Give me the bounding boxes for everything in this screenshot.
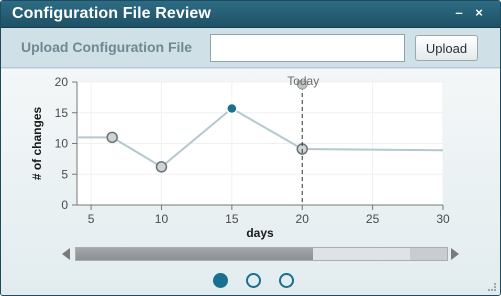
chart-scrollbar[interactable] <box>75 247 448 261</box>
x-tick-label: 10 <box>155 212 169 226</box>
title-bar[interactable]: Configuration File Review – × <box>1 1 500 28</box>
upload-bar: Upload Configuration File Upload <box>1 28 500 68</box>
y-tick-label: 10 <box>55 137 69 151</box>
resize-grip-icon[interactable] <box>488 283 496 291</box>
scroll-left-arrow-icon[interactable] <box>62 248 70 260</box>
x-tick-label: 5 <box>88 212 95 226</box>
y-tick-label: 15 <box>55 106 69 120</box>
scrollbar-visible-window[interactable] <box>313 248 410 260</box>
y-tick-label: 5 <box>61 167 68 181</box>
close-icon[interactable]: × <box>472 5 486 20</box>
upload-label: Upload Configuration File <box>21 39 193 55</box>
data-point <box>155 161 168 173</box>
scrollbar-thumb[interactable] <box>76 248 313 260</box>
chart-area: 0 5 10 15 20 5 10 15 20 25 30 Today days # of chan… <box>1 69 500 295</box>
y-tick-label: 20 <box>55 75 69 89</box>
y-tick-label: 0 <box>61 198 68 212</box>
x-tick-label: 25 <box>366 212 380 226</box>
data-point <box>106 131 118 144</box>
scroll-right-arrow-icon[interactable] <box>451 248 459 260</box>
today-label: Today <box>287 74 319 88</box>
page-dot[interactable] <box>279 273 294 288</box>
changes-chart: 0 5 10 15 20 5 10 15 20 25 30 Today days # of chan… <box>30 74 450 240</box>
minimize-icon[interactable]: – <box>452 5 466 20</box>
y-axis-title: # of changes <box>30 107 44 181</box>
x-tick-label: 15 <box>225 212 239 226</box>
x-tick-label: 20 <box>296 212 310 226</box>
upload-button[interactable]: Upload <box>415 35 478 61</box>
page-dot[interactable] <box>213 273 228 288</box>
window-title: Configuration File Review <box>12 5 211 22</box>
x-axis-title: days <box>246 226 274 240</box>
upload-file-input[interactable] <box>210 34 405 62</box>
data-point-highlighted <box>226 102 238 115</box>
page-dot[interactable] <box>246 273 261 288</box>
x-tick-label: 30 <box>436 212 450 226</box>
config-review-panel: Configuration File Review – × Upload Con… <box>0 0 501 296</box>
